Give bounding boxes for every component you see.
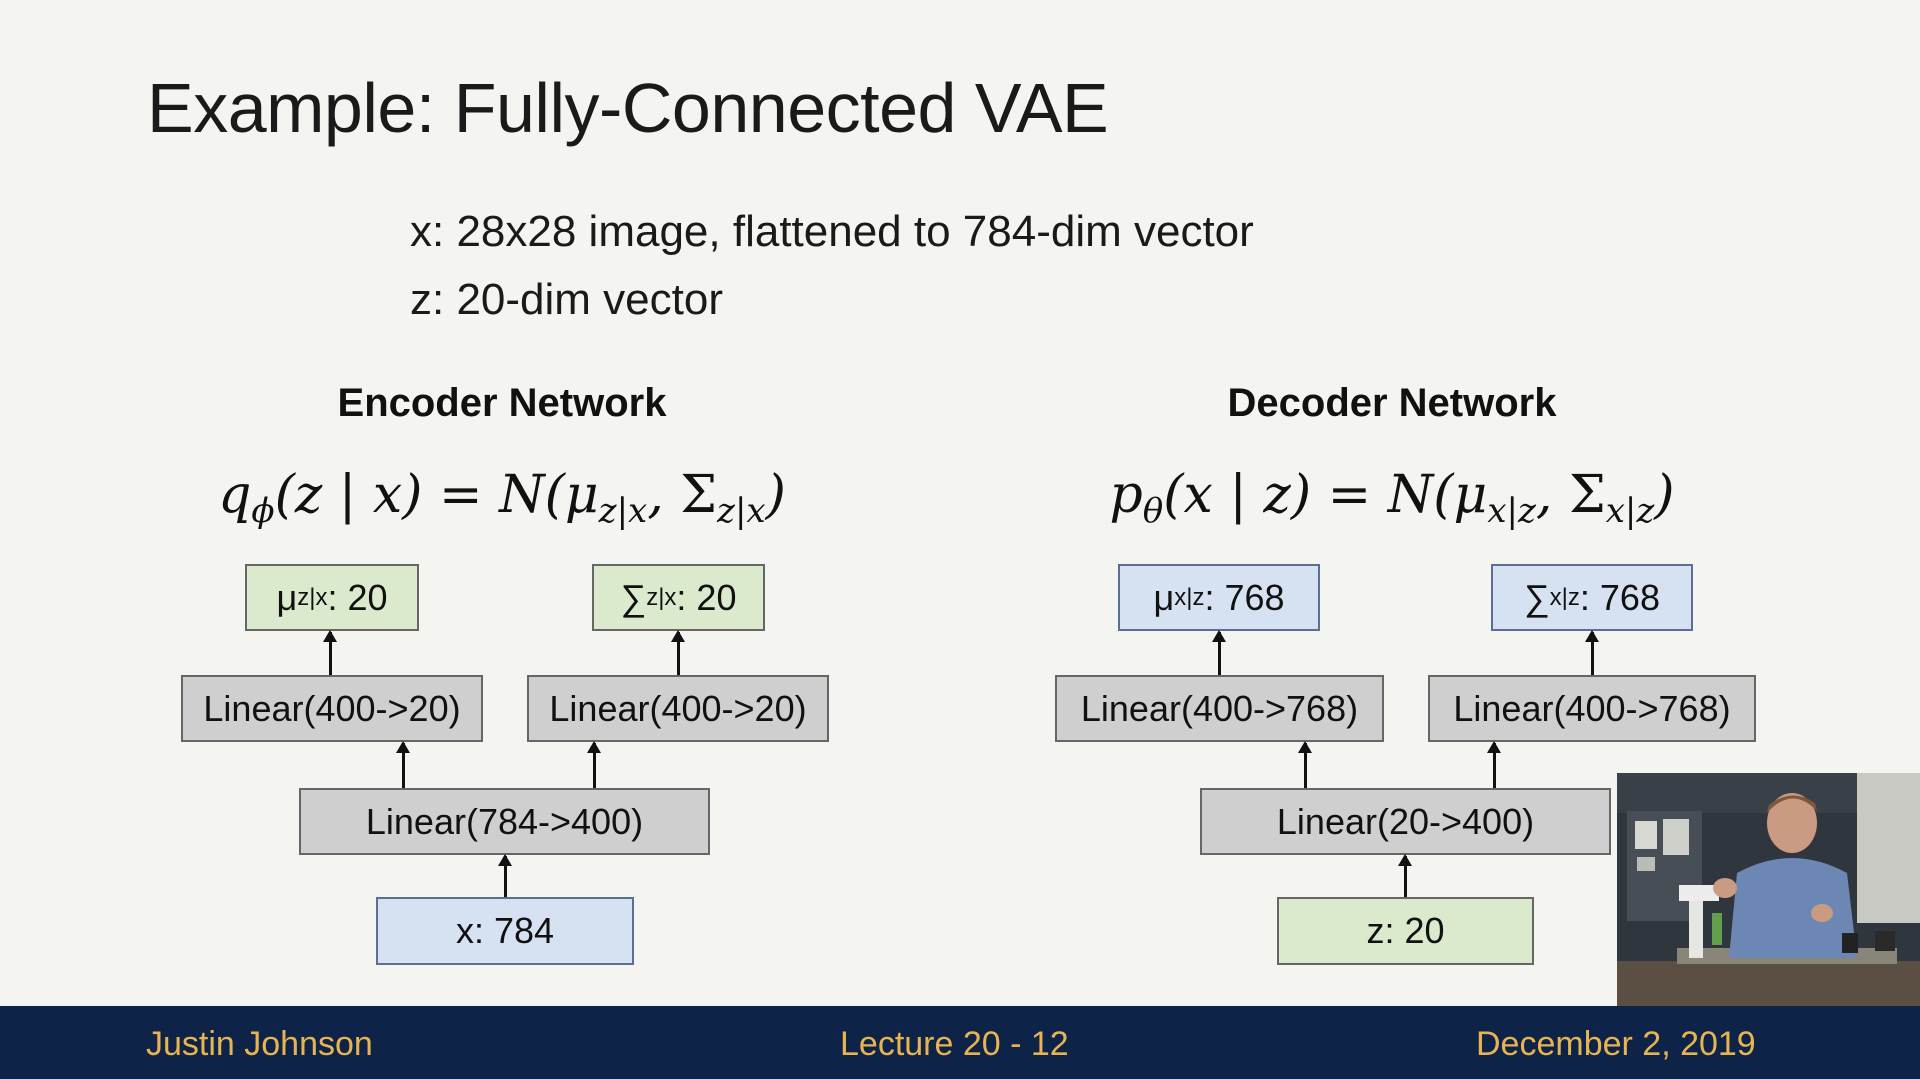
encoder-arrow-input [498, 854, 512, 897]
encoder-linear-mu-box: Linear(400->20) [181, 675, 483, 742]
decoder-eq-p: p [1109, 465, 1143, 525]
encoder-arrow-hidden-left [396, 741, 410, 788]
decoder-sigma-sub: x|z [1549, 583, 1580, 611]
encoder-mu-box: μ z|x: 20 [245, 564, 419, 631]
footer-lecture: Lecture 20 - 12 [840, 1025, 1069, 1063]
encoder-sigma-value: : 20 [676, 576, 737, 618]
encoder-eq-sigma: Σ [680, 465, 718, 525]
encoder-sigma-sub: z|x [646, 583, 677, 611]
x-description: x: 28x28 image, flattened to 784-dim vec… [410, 207, 1254, 256]
decoder-eq-comma: , [1535, 465, 1569, 525]
encoder-mu-value: : 20 [327, 576, 388, 618]
encoder-eq-sub2: z|x [717, 491, 766, 531]
decoder-arrow-sigma [1585, 630, 1599, 675]
encoder-eq-phi: ϕ [251, 491, 275, 531]
encoder-eq-q: q [218, 465, 252, 525]
slide-title: Example: Fully-Connected VAE [147, 69, 1109, 147]
decoder-eq-sub2: x|z [1605, 491, 1655, 531]
encoder-input-box: x: 784 [376, 897, 634, 965]
decoder-sigma-box: ∑ x|z: 768 [1491, 564, 1693, 631]
decoder-arrow-hidden-left [1298, 741, 1312, 788]
decoder-mu-value: : 768 [1204, 576, 1285, 618]
encoder-sigma-box: ∑ z|x: 20 [592, 564, 765, 631]
decoder-eq-sub1: x|z [1487, 491, 1536, 531]
encoder-eq-sub1: z|x [598, 491, 648, 531]
decoder-mu-symbol: μ [1153, 576, 1175, 618]
encoder-eq-close: ) [765, 465, 786, 525]
decoder-linear-hidden-box: Linear(20->400) [1200, 788, 1611, 855]
encoder-eq-comma: , [647, 465, 681, 525]
decoder-equation: pθ(x | z) = N(μx|z, Σx|z) [1042, 455, 1742, 551]
encoder-arrow-hidden-right [587, 741, 601, 788]
speaker-webcam-video [1617, 773, 1920, 1006]
decoder-sigma-symbol: ∑ [1524, 576, 1550, 618]
decoder-arrow-hidden-right [1487, 741, 1501, 788]
encoder-sigma-symbol: ∑ [620, 576, 647, 618]
decoder-mu-box: μ x|z: 768 [1118, 564, 1320, 631]
z-description: z: 20-dim vector [410, 275, 723, 324]
decoder-eq-close: ) [1654, 465, 1675, 525]
encoder-arrow-sigma [671, 630, 685, 675]
decoder-arrow-mu [1212, 630, 1226, 675]
decoder-linear-sigma-box: Linear(400->768) [1428, 675, 1756, 742]
footer-bar: Justin Johnson Lecture 20 - 12 December … [0, 1006, 1920, 1079]
encoder-linear-sigma-box: Linear(400->20) [527, 675, 829, 742]
decoder-eq-theta: θ [1142, 491, 1164, 531]
encoder-linear-hidden-box: Linear(784->400) [299, 788, 710, 855]
encoder-arrow-mu [323, 630, 337, 675]
decoder-sigma-value: : 768 [1579, 576, 1660, 618]
decoder-linear-mu-box: Linear(400->768) [1055, 675, 1384, 742]
encoder-mu-symbol: μ [276, 576, 298, 618]
decoder-eq-sigma: Σ [1568, 465, 1606, 525]
encoder-title: Encoder Network [337, 381, 667, 425]
speaker-video-frame [1617, 773, 1920, 1006]
decoder-eq-args: (x | z) = N(μ [1163, 465, 1488, 525]
footer-date: December 2, 2019 [1476, 1025, 1756, 1063]
decoder-mu-sub: x|z [1174, 583, 1205, 611]
decoder-arrow-input [1398, 854, 1412, 897]
encoder-eq-args: (z | x) = N(μ [274, 465, 599, 525]
decoder-title: Decoder Network [1227, 381, 1557, 425]
encoder-mu-sub: z|x [297, 583, 328, 611]
decoder-input-box: z: 20 [1277, 897, 1534, 965]
footer-author: Justin Johnson [146, 1025, 373, 1063]
encoder-equation: qϕ(z | x) = N(μz|x, Σz|x) [152, 455, 852, 551]
